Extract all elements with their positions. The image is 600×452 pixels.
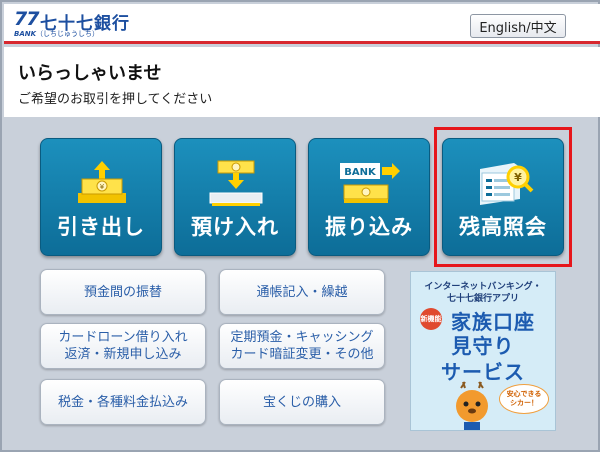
time-deposit-line1: 定期預金・キャッシング [230,330,374,345]
logo-subtitle: BANK（しちじゅうしち） [14,30,100,38]
time-deposit-line2: カード暗証変更・その他 [230,347,374,362]
tile-label: 預け入れ [191,215,279,239]
bank-logo: 77 七十七銀行 BANK（しちじゅうしち） [14,8,144,40]
card-loan-button[interactable]: カードローン借り入れ 返済・新規申し込み [40,323,206,369]
tile-label: 振り込み [325,215,413,239]
selection-highlight [434,127,572,267]
banner-line2: 七十七銀行アプリ [446,294,519,304]
deposit-icon [209,160,263,206]
greeting-title: いらっしゃいませ [18,63,162,84]
transfer-icon: BANK [340,163,400,203]
withdraw-button[interactable]: ¥ 引き出し [40,138,162,256]
deer-mascot-icon [456,381,488,430]
account-transfer-button[interactable]: 預金間の振替 [40,269,206,315]
svg-text:¥: ¥ [100,183,105,191]
language-button[interactable]: English/中文 [470,14,566,38]
speech-bubble: 安心できる シカー！ [499,384,549,414]
tax-payment-button[interactable]: 税金・各種料金払込み [40,379,206,425]
logo-mark: 77 [14,8,39,30]
family-account-banner[interactable]: インターネットバンキング・ 七十七銀行アプリ 新機能 家族口座 見守り サービス… [410,271,556,431]
greeting-subtitle: ご希望のお取引を押してください [18,92,213,107]
greeting-panel: いらっしゃいませ ご希望のお取引を押してください [4,47,600,117]
lottery-button[interactable]: 宝くじの購入 [219,379,385,425]
passbook-button[interactable]: 通帳記入・繰越 [219,269,385,315]
time-deposit-button[interactable]: 定期預金・キャッシング カード暗証変更・その他 [219,323,385,369]
bank-label: BANK [344,167,377,178]
card-loan-line1: カードローン借り入れ [58,330,188,345]
header: 77 七十七銀行 BANK（しちじゅうしち） English/中文 [4,4,600,44]
transfer-button[interactable]: BANK 振り込み [308,138,430,256]
card-loan-line2: 返済・新規申し込み [64,347,182,362]
tile-label: 引き出し [57,215,145,239]
withdraw-icon: ¥ [78,161,126,203]
banner-main2: 見守り [451,334,515,358]
atm-screen: 77 七十七銀行 BANK（しちじゅうしち） English/中文 いらっしゃい… [0,0,600,452]
deposit-button[interactable]: 預け入れ [174,138,296,256]
